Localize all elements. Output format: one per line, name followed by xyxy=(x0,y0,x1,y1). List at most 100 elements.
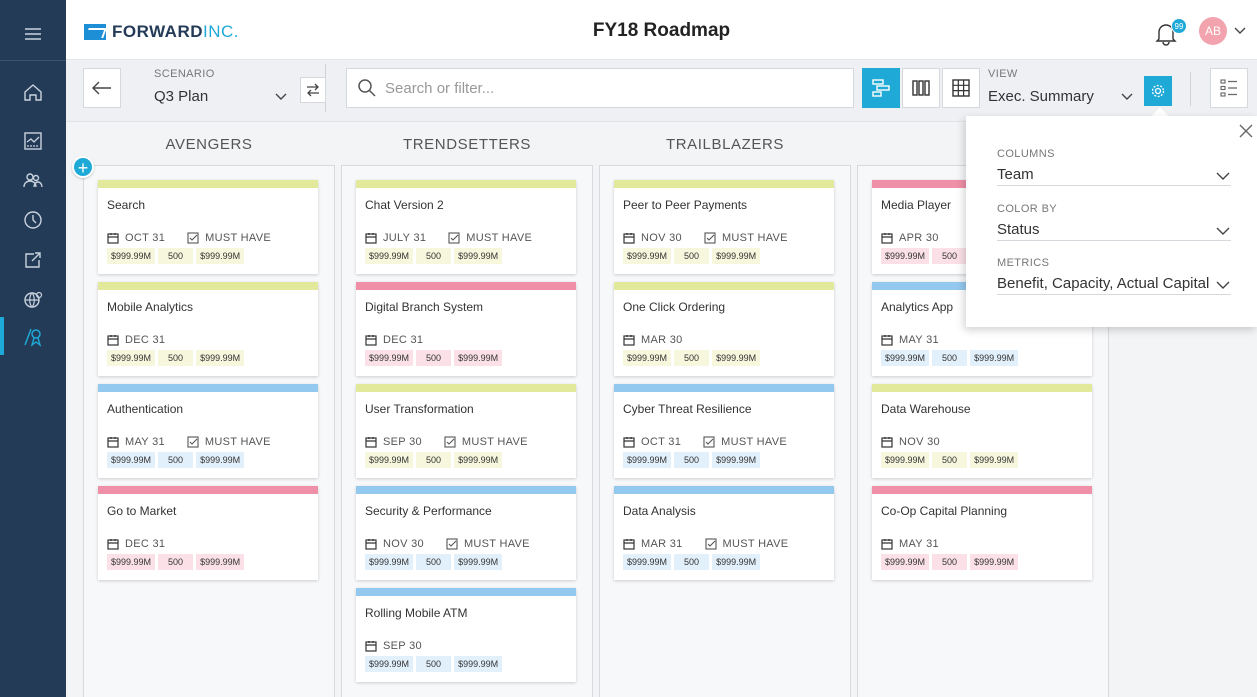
metric-capacity: 500 xyxy=(932,554,968,570)
column-header: TRENDSETTERS xyxy=(402,136,532,153)
list-toggle-button[interactable] xyxy=(1210,68,1248,108)
user-avatar[interactable]: AB xyxy=(1199,17,1227,45)
calendar-icon xyxy=(365,539,377,550)
search-input[interactable] xyxy=(385,79,825,97)
card-title: Analytics App xyxy=(881,300,954,314)
card-tag: MUST HAVE xyxy=(721,232,788,244)
status-strip xyxy=(614,384,834,392)
checkbox-checked-icon xyxy=(187,436,199,448)
roadmap-card[interactable]: One Click Ordering MAR 30 $999.99M 500 $999.… xyxy=(614,282,834,376)
card-tag: MUST HAVE xyxy=(461,436,528,448)
view-settings-button[interactable] xyxy=(1144,76,1172,106)
metric-capacity: 500 xyxy=(158,554,194,570)
card-metrics: $999.99M500$999.99M xyxy=(107,248,245,264)
card-metrics: $999.99M500$999.99M xyxy=(623,452,761,468)
card-title: Authentication xyxy=(107,402,184,416)
roadmap-card[interactable]: Co-Op Capital Planning MAY 31 $999.99M 500 $… xyxy=(872,486,1092,580)
card-metrics: $999.99M500$999.99M xyxy=(365,656,503,672)
export-icon[interactable] xyxy=(0,240,66,280)
close-icon[interactable] xyxy=(1237,122,1255,140)
card-tag: MUST HAVE xyxy=(205,232,271,244)
people-icon[interactable] xyxy=(0,160,66,200)
calendar-icon xyxy=(623,233,635,244)
timeline-view-button[interactable] xyxy=(862,68,900,108)
roadmap-card[interactable]: Authentication MAY 31 MUST HAVE $999.99M 500… xyxy=(98,384,318,478)
metric-capital: $999.99M xyxy=(196,248,245,264)
company-logo[interactable]: FORWARDINC. xyxy=(84,22,239,42)
columns-value: Team xyxy=(997,166,1034,183)
chevron-down-icon[interactable] xyxy=(1233,23,1247,37)
status-strip xyxy=(614,180,834,188)
metric-benefit: $999.99M xyxy=(107,554,156,570)
metric-capital: $999.99M xyxy=(196,554,245,570)
roadmap-icon[interactable] xyxy=(0,317,66,357)
card-date: MAY 31 xyxy=(125,436,165,448)
roadmap-card[interactable]: User Transformation SEP 30 MUST HAVE $999.9… xyxy=(356,384,576,478)
roadmap-card[interactable]: Security & Performance NOV 30 MUST HAVE $99… xyxy=(356,486,576,580)
card-meta: OCT 31 MUST HAVE xyxy=(107,232,271,244)
columns-select[interactable]: COLUMNS Team xyxy=(997,148,1231,186)
metric-capacity: 500 xyxy=(416,350,452,366)
toolbar: SCENARIO Q3 Plan VIEW Exec. Summary xyxy=(66,60,1257,122)
roadmap-card[interactable]: Data Analysis MAR 31 MUST HAVE $999.99M 500 $… xyxy=(614,486,834,580)
card-meta: SEP 30 MUST HAVE xyxy=(365,436,528,448)
home-icon[interactable] xyxy=(0,72,66,112)
calendar-icon xyxy=(623,335,635,346)
scenario-select[interactable]: SCENARIO Q3 Plan xyxy=(136,64,326,112)
card-metrics: $999.99M500$999.99M xyxy=(365,350,503,366)
color-by-select[interactable]: COLOR BY Status xyxy=(997,203,1231,241)
clock-icon[interactable] xyxy=(0,200,66,240)
roadmap-card[interactable]: Mobile Analytics DEC 31 $999.99M 500 $999.99… xyxy=(98,282,318,376)
metric-capacity: 500 xyxy=(674,554,710,570)
calendar-icon xyxy=(107,233,119,244)
metric-benefit: $999.99M xyxy=(623,554,672,570)
roadmap-card[interactable]: Search OCT 31 MUST HAVE $999.99M 500 $999.99M xyxy=(98,180,318,274)
roadmap-card[interactable]: Rolling Mobile ATM SEP 30 $999.99M 500 $999.… xyxy=(356,588,576,682)
card-title: Cyber Threat Resilience xyxy=(623,402,752,416)
metric-benefit: $999.99M xyxy=(365,248,414,264)
calendar-icon xyxy=(623,437,635,448)
view-select[interactable]: VIEW Exec. Summary xyxy=(984,64,1154,112)
card-title: Rolling Mobile ATM xyxy=(365,606,468,620)
metric-capacity: 500 xyxy=(932,350,968,366)
page-title: FY18 Roadmap xyxy=(592,20,731,41)
card-metrics: $999.99M500$999.99M xyxy=(623,554,761,570)
roadmap-card[interactable]: Go to Market DEC 31 $999.99M 500 $999.99M xyxy=(98,486,318,580)
status-strip xyxy=(98,384,318,392)
checkbox-checked-icon xyxy=(446,538,458,550)
swap-scenario-button[interactable] xyxy=(300,77,326,103)
metric-benefit: $999.99M xyxy=(107,350,156,366)
color-by-value: Status xyxy=(997,221,1040,238)
back-button[interactable] xyxy=(83,68,121,108)
app-header: FORWARDINC. FY18 Roadmap 99 AB xyxy=(66,0,1257,60)
metric-benefit: $999.99M xyxy=(881,554,930,570)
calendar-icon xyxy=(881,539,893,550)
hamburger-menu-icon[interactable] xyxy=(0,14,66,54)
dashboard-chart-icon[interactable] xyxy=(0,121,66,161)
grid-view-button[interactable] xyxy=(942,68,980,108)
roadmap-card[interactable]: Cyber Threat Resilience OCT 31 MUST HAVE $9… xyxy=(614,384,834,478)
rail-divider xyxy=(0,60,66,61)
card-metrics: $999.99M500$999.99M xyxy=(881,350,1019,366)
card-meta: MAR 30 xyxy=(623,334,683,346)
roadmap-card[interactable]: Digital Branch System DEC 31 $999.99M 500 $9… xyxy=(356,282,576,376)
add-item-button[interactable]: + xyxy=(72,156,94,178)
swap-arrows-icon xyxy=(307,83,319,97)
globe-icon[interactable] xyxy=(0,280,66,320)
search-box[interactable] xyxy=(346,68,854,108)
card-date: DEC 31 xyxy=(125,334,166,346)
card-meta: APR 30 xyxy=(881,232,939,244)
status-strip xyxy=(98,486,318,494)
calendar-icon xyxy=(623,539,635,550)
roadmap-card[interactable]: Chat Version 2 JULY 31 MUST HAVE $999.99M 50… xyxy=(356,180,576,274)
roadmap-card[interactable]: Data Warehouse NOV 30 $999.99M 500 $999.99M xyxy=(872,384,1092,478)
card-metrics: $999.99M500$999.99M xyxy=(623,350,761,366)
calendar-icon xyxy=(107,335,119,346)
board-view-button[interactable] xyxy=(902,68,940,108)
card-title: One Click Ordering xyxy=(623,300,726,314)
card-metrics: $999.99M500$999.99M xyxy=(107,452,245,468)
roadmap-card[interactable]: Peer to Peer Payments NOV 30 MUST HAVE $999… xyxy=(614,180,834,274)
metrics-select[interactable]: METRICS Benefit, Capacity, Actual Capita… xyxy=(997,257,1231,295)
card-meta: MAY 31 xyxy=(881,538,939,550)
metric-capital: $999.99M xyxy=(196,452,245,468)
